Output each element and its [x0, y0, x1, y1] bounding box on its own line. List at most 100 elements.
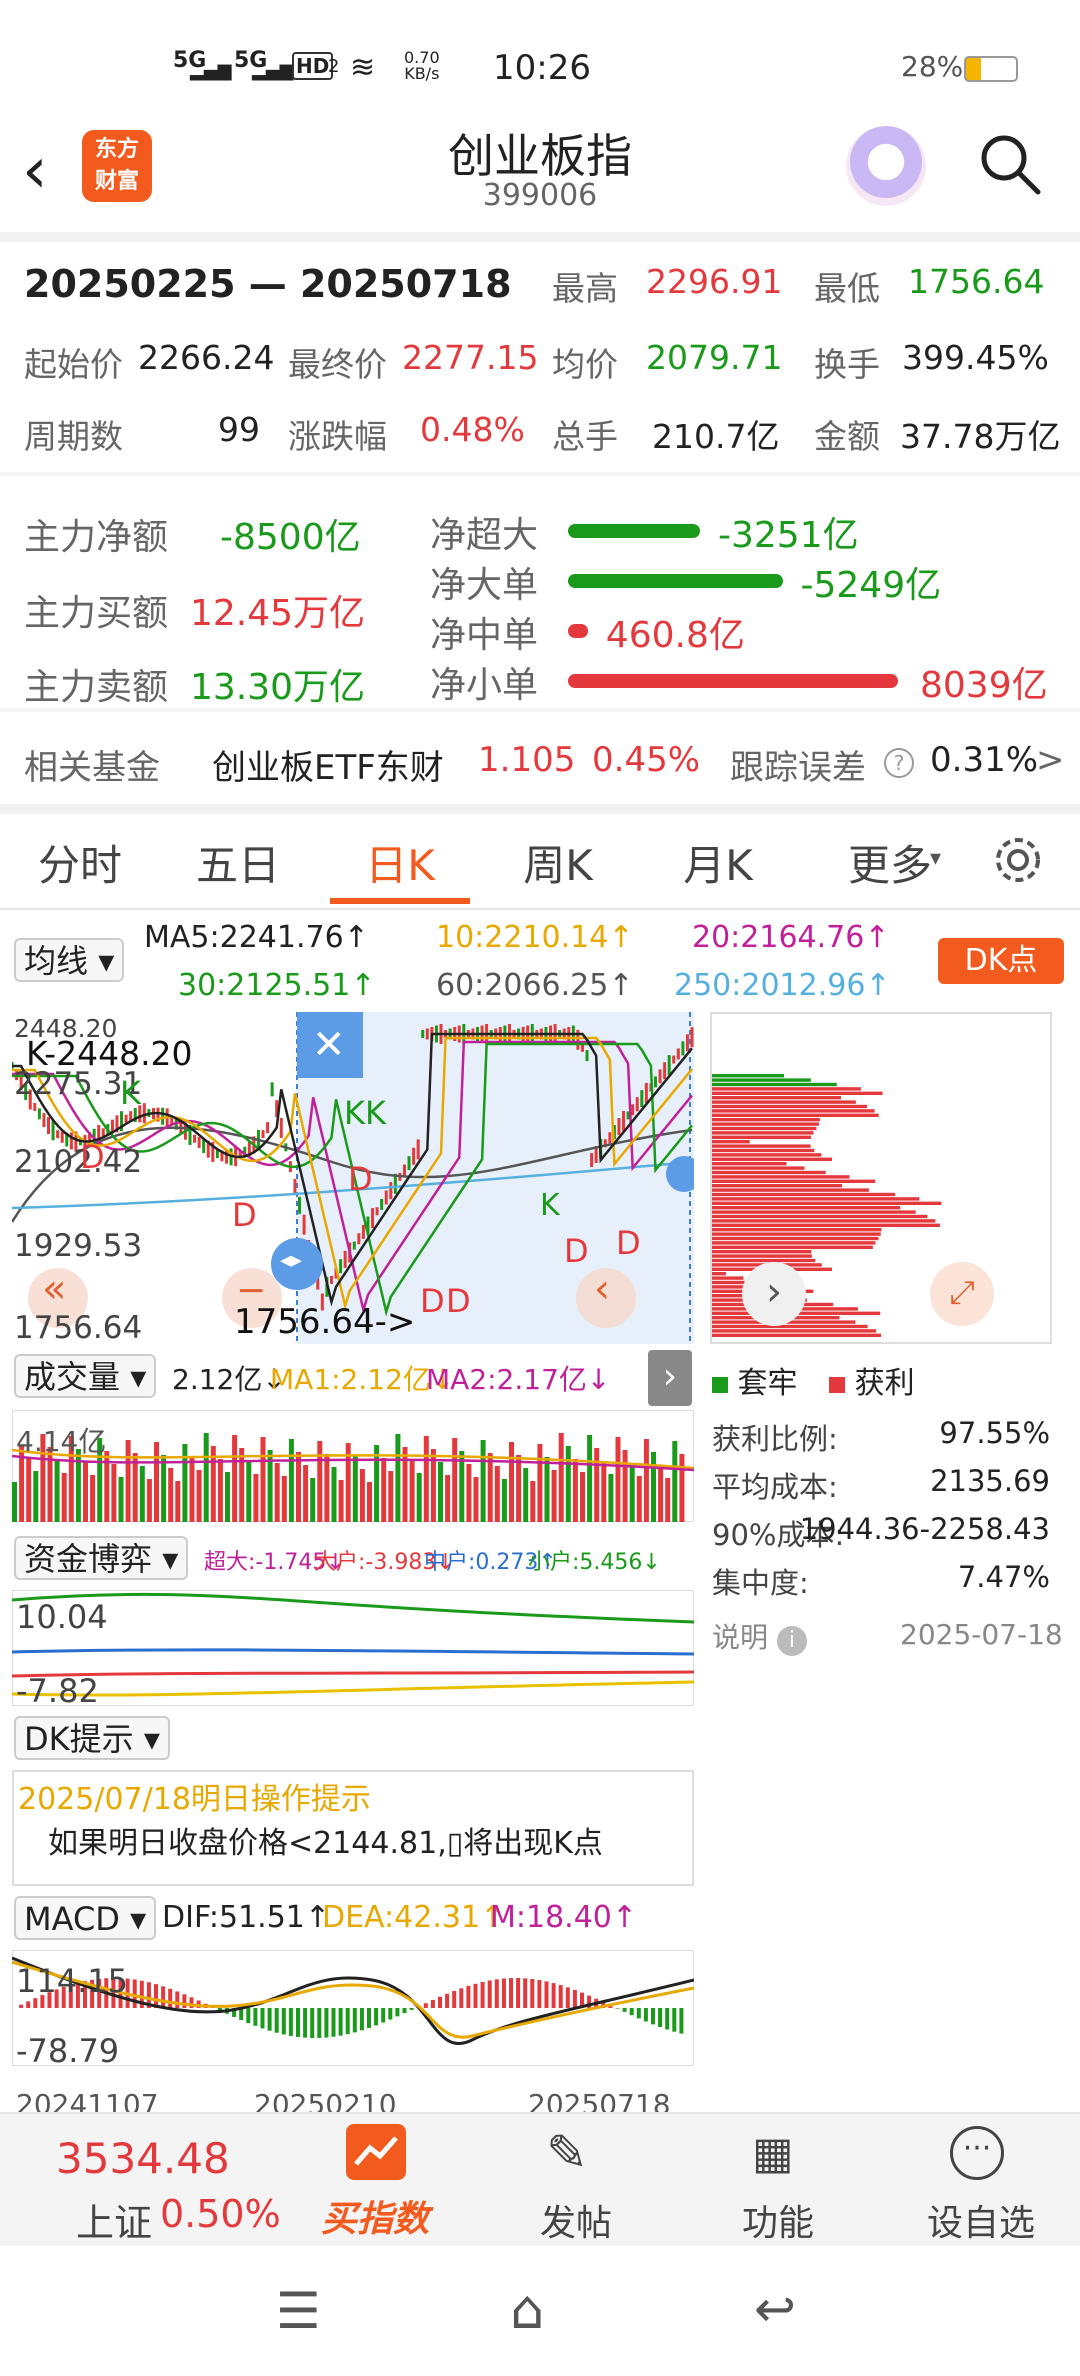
edit-icon[interactable]: ✎ — [546, 2124, 588, 2182]
scroll-left-fast-icon[interactable]: « — [42, 1266, 66, 1312]
volume-dropdown[interactable]: 成交量 ▾ — [14, 1354, 157, 1398]
low-value: 1756.64 — [908, 262, 1045, 301]
note-label[interactable]: 说明 i — [712, 1616, 807, 1656]
date-range: 20250225 — 20250718 — [24, 262, 512, 306]
candle — [37, 1108, 41, 1120]
function-button[interactable]: 功能 — [708, 2194, 848, 2246]
capital-chart[interactable] — [12, 1590, 694, 1706]
macd-bar — [636, 2008, 641, 2019]
macd-bar — [516, 1978, 521, 2008]
grid-icon[interactable]: ▦ — [752, 2128, 794, 2179]
macd-bar — [132, 1979, 137, 2008]
menu-icon[interactable]: ☰ — [276, 2282, 321, 2340]
index-value[interactable]: 3534.48 — [56, 2134, 230, 2183]
macd-bar — [388, 2008, 393, 2020]
drag-handle-icon[interactable]: ◂▸ — [280, 1248, 302, 1273]
volume-bar — [83, 1462, 88, 1522]
scroll-left-icon[interactable]: ‹ — [594, 1266, 610, 1312]
volume-bar — [572, 1459, 578, 1522]
dk-point-button[interactable]: DK点 — [938, 938, 1064, 984]
ma60-value: 60:2066.25↑ — [436, 968, 634, 1003]
high-value: 2296.91 — [646, 262, 783, 301]
chip-bar — [712, 1162, 787, 1166]
candle — [631, 1104, 635, 1116]
tab-1[interactable]: 五日 — [168, 832, 308, 893]
chevron-right-icon[interactable]: › — [648, 1350, 692, 1406]
candle — [375, 1207, 379, 1216]
macd-chip-label: MACD — [24, 1900, 120, 1938]
macd-bar — [430, 1999, 435, 2008]
hd-sub: 2 — [328, 56, 340, 77]
macd-bar — [395, 2008, 400, 2017]
tab-4[interactable]: 月K — [648, 832, 788, 893]
legend-swatch-trapped — [712, 1377, 728, 1393]
ma-dropdown[interactable]: 均线 ▾ — [14, 938, 125, 982]
candle — [339, 1259, 343, 1274]
trend-icon[interactable] — [346, 2124, 406, 2180]
clock: 10:26 — [493, 48, 591, 88]
chip-bar — [712, 1258, 816, 1263]
macd-dropdown[interactable]: MACD ▾ — [14, 1896, 157, 1940]
chip-bar — [712, 1113, 879, 1117]
chip-bar — [712, 1126, 817, 1131]
post-button[interactable]: 发帖 — [506, 2194, 646, 2246]
volume-bar — [580, 1472, 585, 1522]
index-pct: 0.50% — [160, 2192, 281, 2236]
fund-name[interactable]: 创业板ETF东财 — [212, 740, 444, 789]
capital-small: 小户:5.456↓ — [528, 1550, 661, 1575]
legend-profit: 获利 — [854, 1366, 915, 1401]
dk-dropdown[interactable]: DK提示 ▾ — [14, 1716, 170, 1760]
chip-bar — [712, 1254, 812, 1258]
macd-bar — [672, 2008, 677, 2032]
chevron-right-icon[interactable]: › — [742, 1262, 806, 1326]
candle — [124, 1114, 128, 1123]
k-mark: KK — [344, 1094, 386, 1132]
chevron-right-icon[interactable]: > — [1036, 740, 1065, 780]
status-bar: 5G ▂▄▆ 5G ▂▄▆ HD 2 ≋ 0.70 KB/s 10:26 28% — [0, 0, 1080, 120]
buy-index-button[interactable]: 买指数 — [300, 2190, 450, 2242]
add-favorite-button[interactable]: 设自选 — [906, 2194, 1056, 2246]
back-nav-icon[interactable]: ↩ — [754, 2280, 796, 2338]
more-icon[interactable]: ··· — [950, 2126, 1004, 2180]
macd-m: M:18.40↑ — [490, 1900, 638, 1935]
macd-bar — [253, 2008, 258, 2026]
volume-axis: 4.14亿 — [16, 1425, 107, 1458]
tab-3[interactable]: 周K — [488, 832, 628, 893]
settings-icon[interactable] — [990, 832, 1046, 888]
chip-stat-value: 7.47% — [957, 1560, 1050, 1594]
main-net-label: 主力净额 — [24, 517, 169, 558]
search-icon[interactable] — [978, 132, 1041, 195]
periods-label: 周期数 — [24, 417, 123, 456]
end-label: 最终价 — [288, 345, 387, 384]
volume-bar — [260, 1437, 266, 1522]
volume-bar — [239, 1448, 245, 1522]
ma5-value: MA5:2241.76↑ — [144, 920, 369, 955]
tab-0[interactable]: 分时 — [10, 832, 150, 893]
volume-chart[interactable] — [12, 1410, 694, 1522]
volume-bar — [665, 1478, 671, 1522]
robot-assistant-icon[interactable] — [846, 126, 926, 206]
volume-bar — [523, 1468, 529, 1522]
volume-bar — [182, 1444, 188, 1522]
macd-bar — [246, 2008, 251, 2024]
chip-bar — [712, 1188, 869, 1192]
volume-bar — [26, 1458, 32, 1522]
help-icon[interactable]: ? — [884, 748, 914, 778]
macd-bar — [480, 1981, 485, 2008]
chip-bar — [712, 1197, 920, 1201]
capital-dropdown[interactable]: 资金博弈 ▾ — [14, 1536, 189, 1580]
volume-bar — [480, 1440, 486, 1522]
battery-icon — [964, 56, 1018, 82]
expand-icon[interactable]: ⤢ — [930, 1262, 994, 1326]
chip-bar — [712, 1096, 841, 1100]
back-icon[interactable]: ‹ — [22, 134, 48, 208]
info-icon[interactable]: i — [776, 1626, 807, 1656]
home-icon[interactable]: ⌂ — [510, 2278, 544, 2341]
macd-bar — [168, 1988, 173, 2008]
close-selection-icon[interactable]: ✕ — [312, 1022, 346, 1068]
candle — [193, 1134, 197, 1143]
index-name[interactable]: 上证 — [76, 2192, 152, 2247]
logo-text: 东方 — [94, 137, 139, 162]
volume-bar — [225, 1472, 230, 1522]
tab-2[interactable]: 日K — [330, 832, 470, 904]
